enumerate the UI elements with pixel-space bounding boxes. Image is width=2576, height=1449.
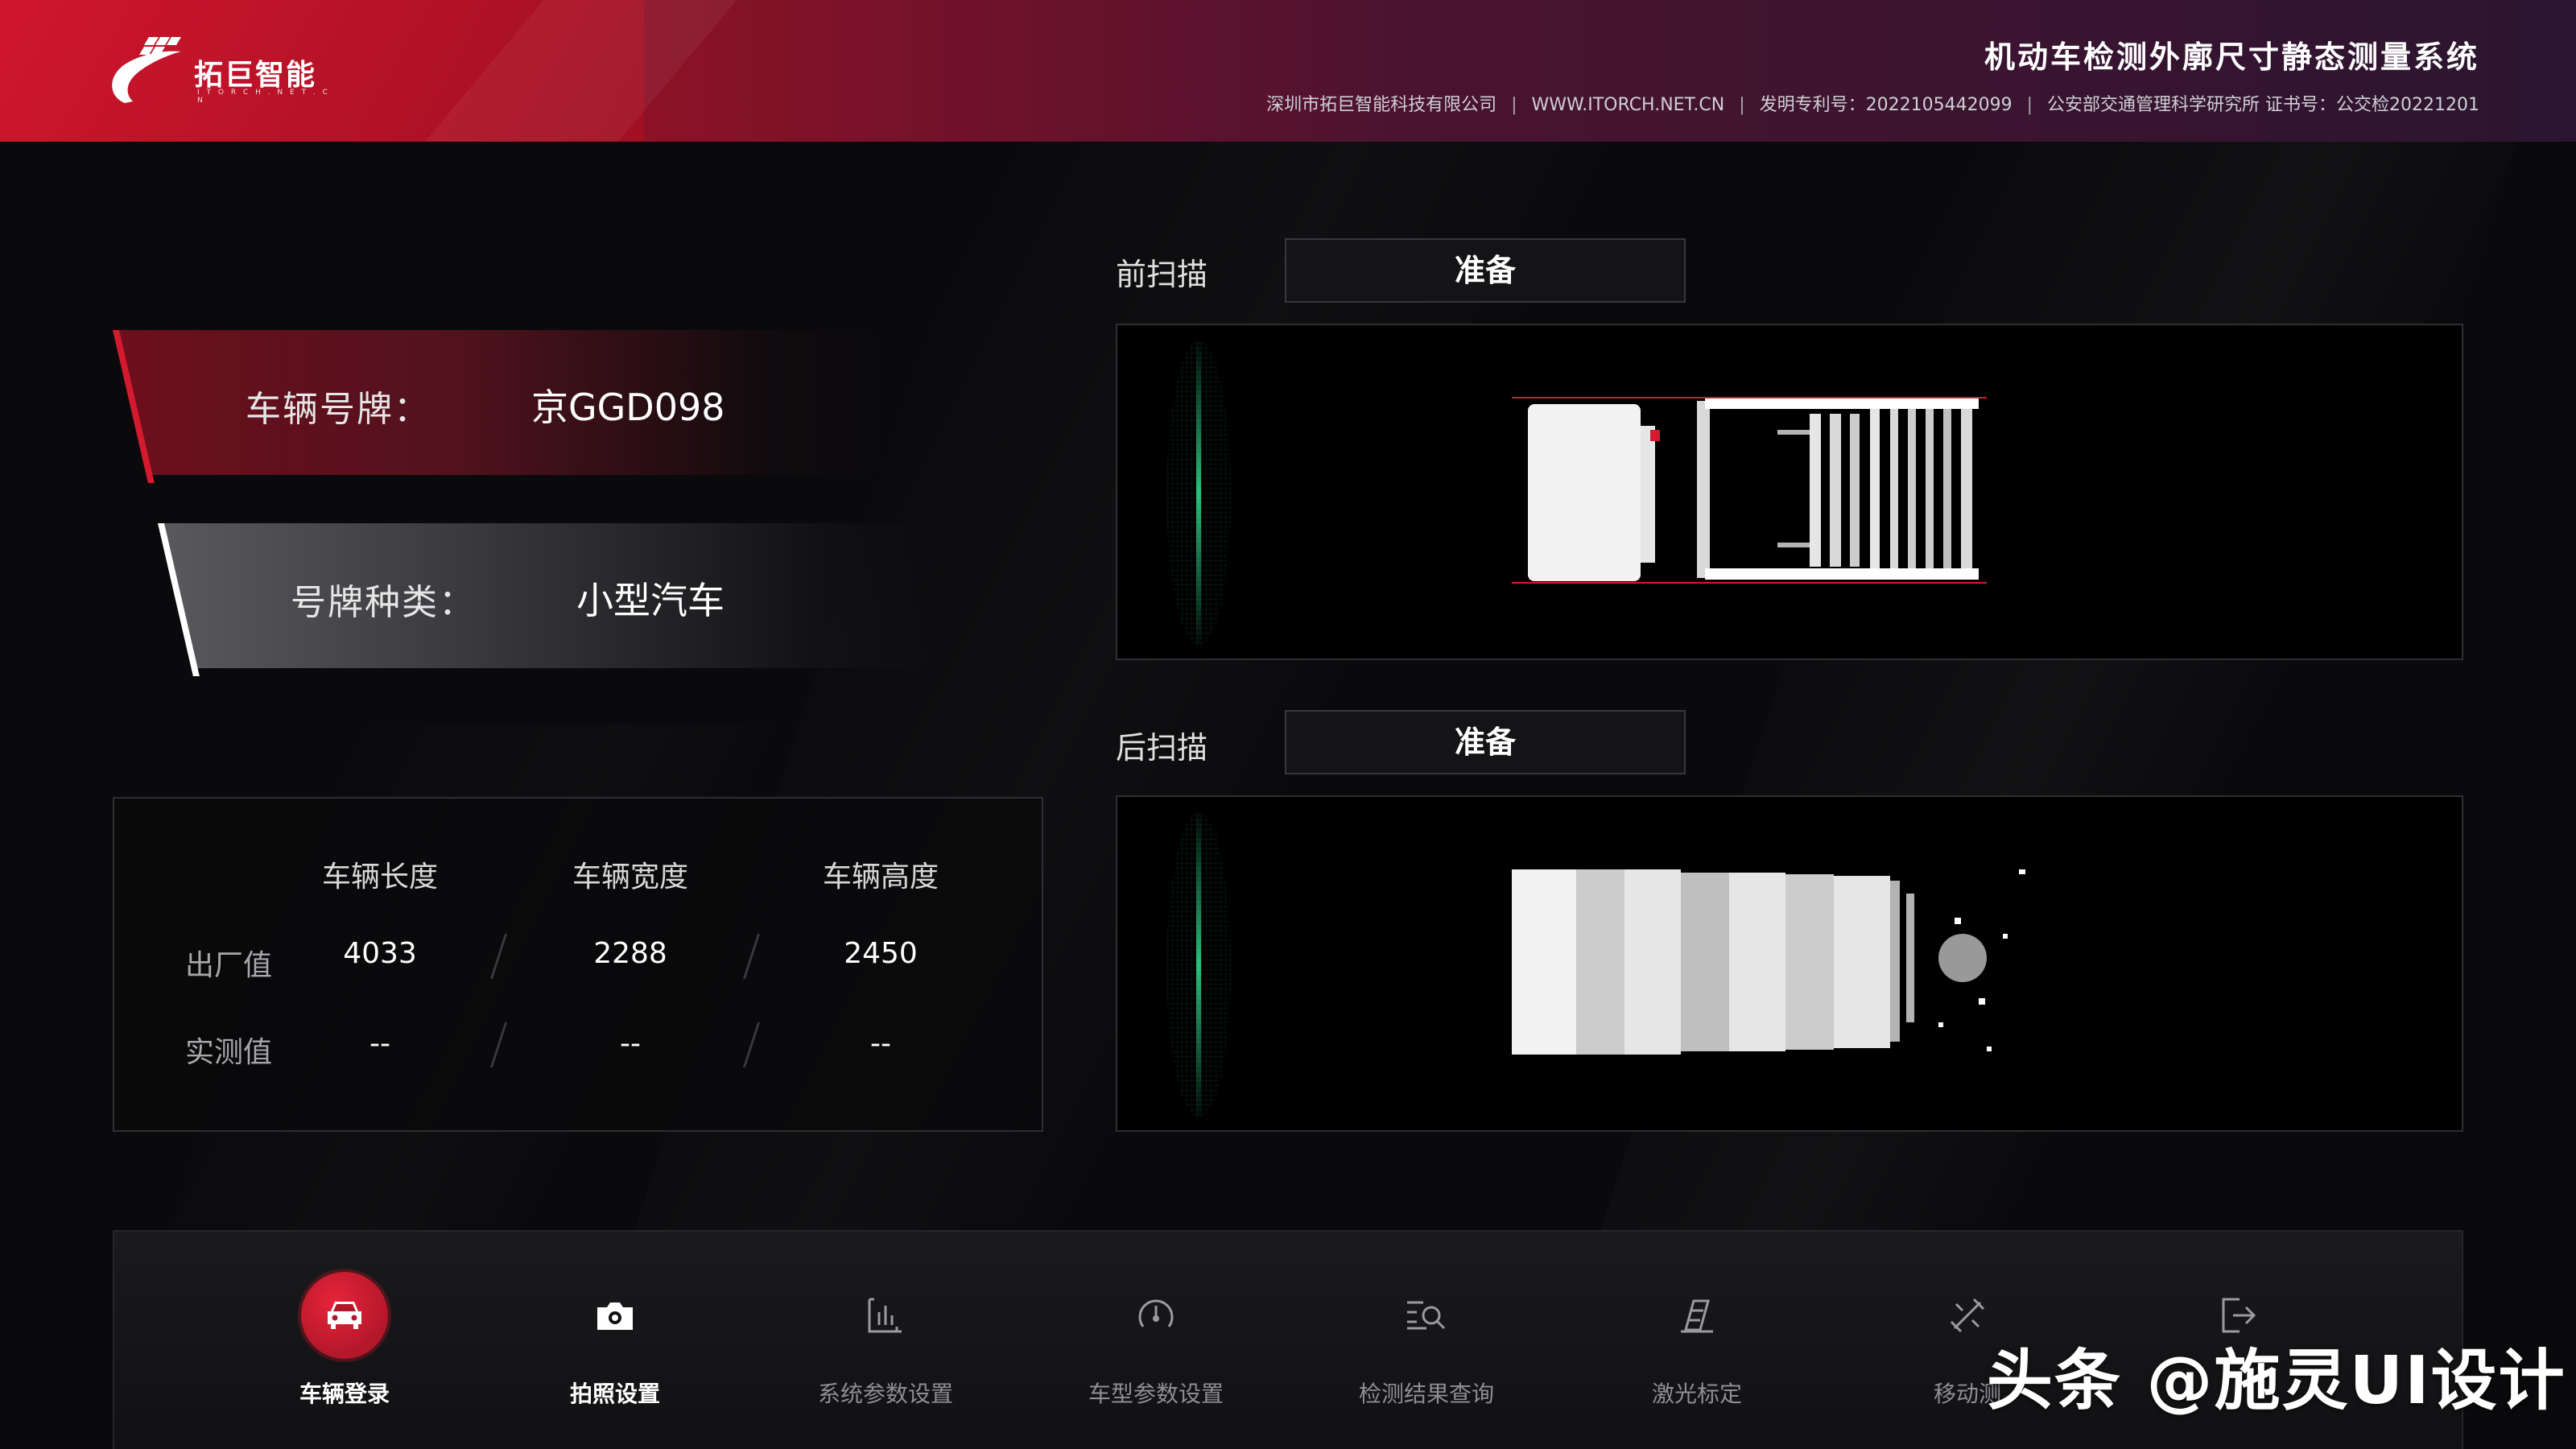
factory-length: 4033 <box>343 937 417 970</box>
factory-width: 2288 <box>593 937 667 970</box>
front-scan-label: 前扫描 <box>1116 257 1208 292</box>
nav-result-query[interactable]: 检测结果查询 <box>1291 1232 1562 1449</box>
measured-width: -- <box>620 1027 641 1060</box>
chart-icon <box>842 1272 929 1359</box>
nav-label: 检测结果查询 <box>1358 1381 1494 1407</box>
app-header: 拓巨智能 I T O R C H . N E T . C N 机动车检测外廓尺寸… <box>0 0 2576 142</box>
cell-divider <box>742 1022 761 1067</box>
dimensions-table: 车辆长度 车辆宽度 车辆高度 出厂值 4033 2288 2450 实测值 --… <box>113 797 1043 1132</box>
rear-scan-label: 后扫描 <box>1116 730 1208 766</box>
plate-value: 京GGD098 <box>531 386 725 429</box>
plate-type-card: 号牌种类： 小型汽车 <box>158 523 931 676</box>
info-separator: | <box>2026 95 2033 115</box>
nav-label: 系统参数设置 <box>817 1381 953 1407</box>
company-website: WWW.ITORCH.NET.CN <box>1531 95 1725 115</box>
plate-label: 车辆号牌： <box>246 389 431 430</box>
column-header-height: 车辆高度 <box>822 861 939 894</box>
front-point-cloud <box>1512 397 1987 584</box>
company-logo: 拓巨智能 I T O R C H . N E T . C N <box>101 32 342 113</box>
cell-divider <box>489 1022 508 1067</box>
nav-label: 激光标定 <box>1651 1381 1742 1407</box>
plate-type-label: 号牌种类： <box>291 582 476 623</box>
info-separator: | <box>1511 95 1517 115</box>
watermark-text: 头条 @施灵UI设计 <box>1987 1343 2566 1419</box>
column-header-length: 车辆长度 <box>321 861 438 894</box>
row-header-measured: 实测值 <box>185 1036 273 1069</box>
row-header-factory: 出厂值 <box>185 949 273 982</box>
nav-label: 车型参数设置 <box>1088 1381 1224 1407</box>
measured-length: -- <box>369 1027 390 1060</box>
rear-scan-indicator <box>1166 810 1231 1121</box>
gauge-icon <box>1113 1272 1199 1359</box>
logo-name: 拓巨智能 <box>194 59 317 92</box>
front-scan-view <box>1116 324 2463 660</box>
info-separator: | <box>1739 95 1745 115</box>
plate-type-value: 小型汽车 <box>576 579 724 622</box>
search-list-icon <box>1383 1272 1470 1359</box>
patent-number: 发明专利号：2022105442099 <box>1759 95 2013 115</box>
car-icon <box>301 1272 388 1359</box>
column-header-width: 车辆宽度 <box>572 861 688 894</box>
camera-icon <box>572 1272 658 1359</box>
front-scan-indicator <box>1166 338 1231 649</box>
plate-card: 车辆号牌： 京GGD098 <box>113 330 886 483</box>
laser-icon <box>1653 1272 1740 1359</box>
nav-label: 拍照设置 <box>569 1381 660 1407</box>
cell-divider <box>489 934 508 979</box>
logo-subtitle: I T O R C H . N E T . C N <box>197 89 330 105</box>
app-title: 机动车检测外廓尺寸静态测量系统 <box>1984 39 2479 75</box>
company-info: 深圳市拓巨智能科技有限公司 | WWW.ITORCH.NET.CN | 发明专利号：20… <box>1266 90 2479 116</box>
certificate-number: 公安部交通管理科学研究所 证书号：公交检20221201 <box>2047 95 2479 115</box>
cell-divider <box>742 934 761 979</box>
nav-label: 车辆登录 <box>299 1381 390 1407</box>
factory-height: 2450 <box>844 937 918 970</box>
rear-scan-view <box>1116 795 2463 1132</box>
nav-photo-settings[interactable]: 拍照设置 <box>480 1232 750 1449</box>
rear-scan-status: 准备 <box>1285 710 1686 774</box>
nav-laser-calibration[interactable]: 激光标定 <box>1562 1232 1832 1449</box>
nav-system-params[interactable]: 系统参数设置 <box>750 1232 1021 1449</box>
rear-point-cloud <box>1512 869 2025 1055</box>
front-scan-status: 准备 <box>1285 238 1686 303</box>
nav-model-params[interactable]: 车型参数设置 <box>1021 1232 1291 1449</box>
measured-height: -- <box>870 1027 891 1060</box>
nav-vehicle-login[interactable]: 车辆登录 <box>209 1232 480 1449</box>
logo-mark-icon <box>112 37 181 104</box>
company-name: 深圳市拓巨智能科技有限公司 <box>1266 95 1497 115</box>
